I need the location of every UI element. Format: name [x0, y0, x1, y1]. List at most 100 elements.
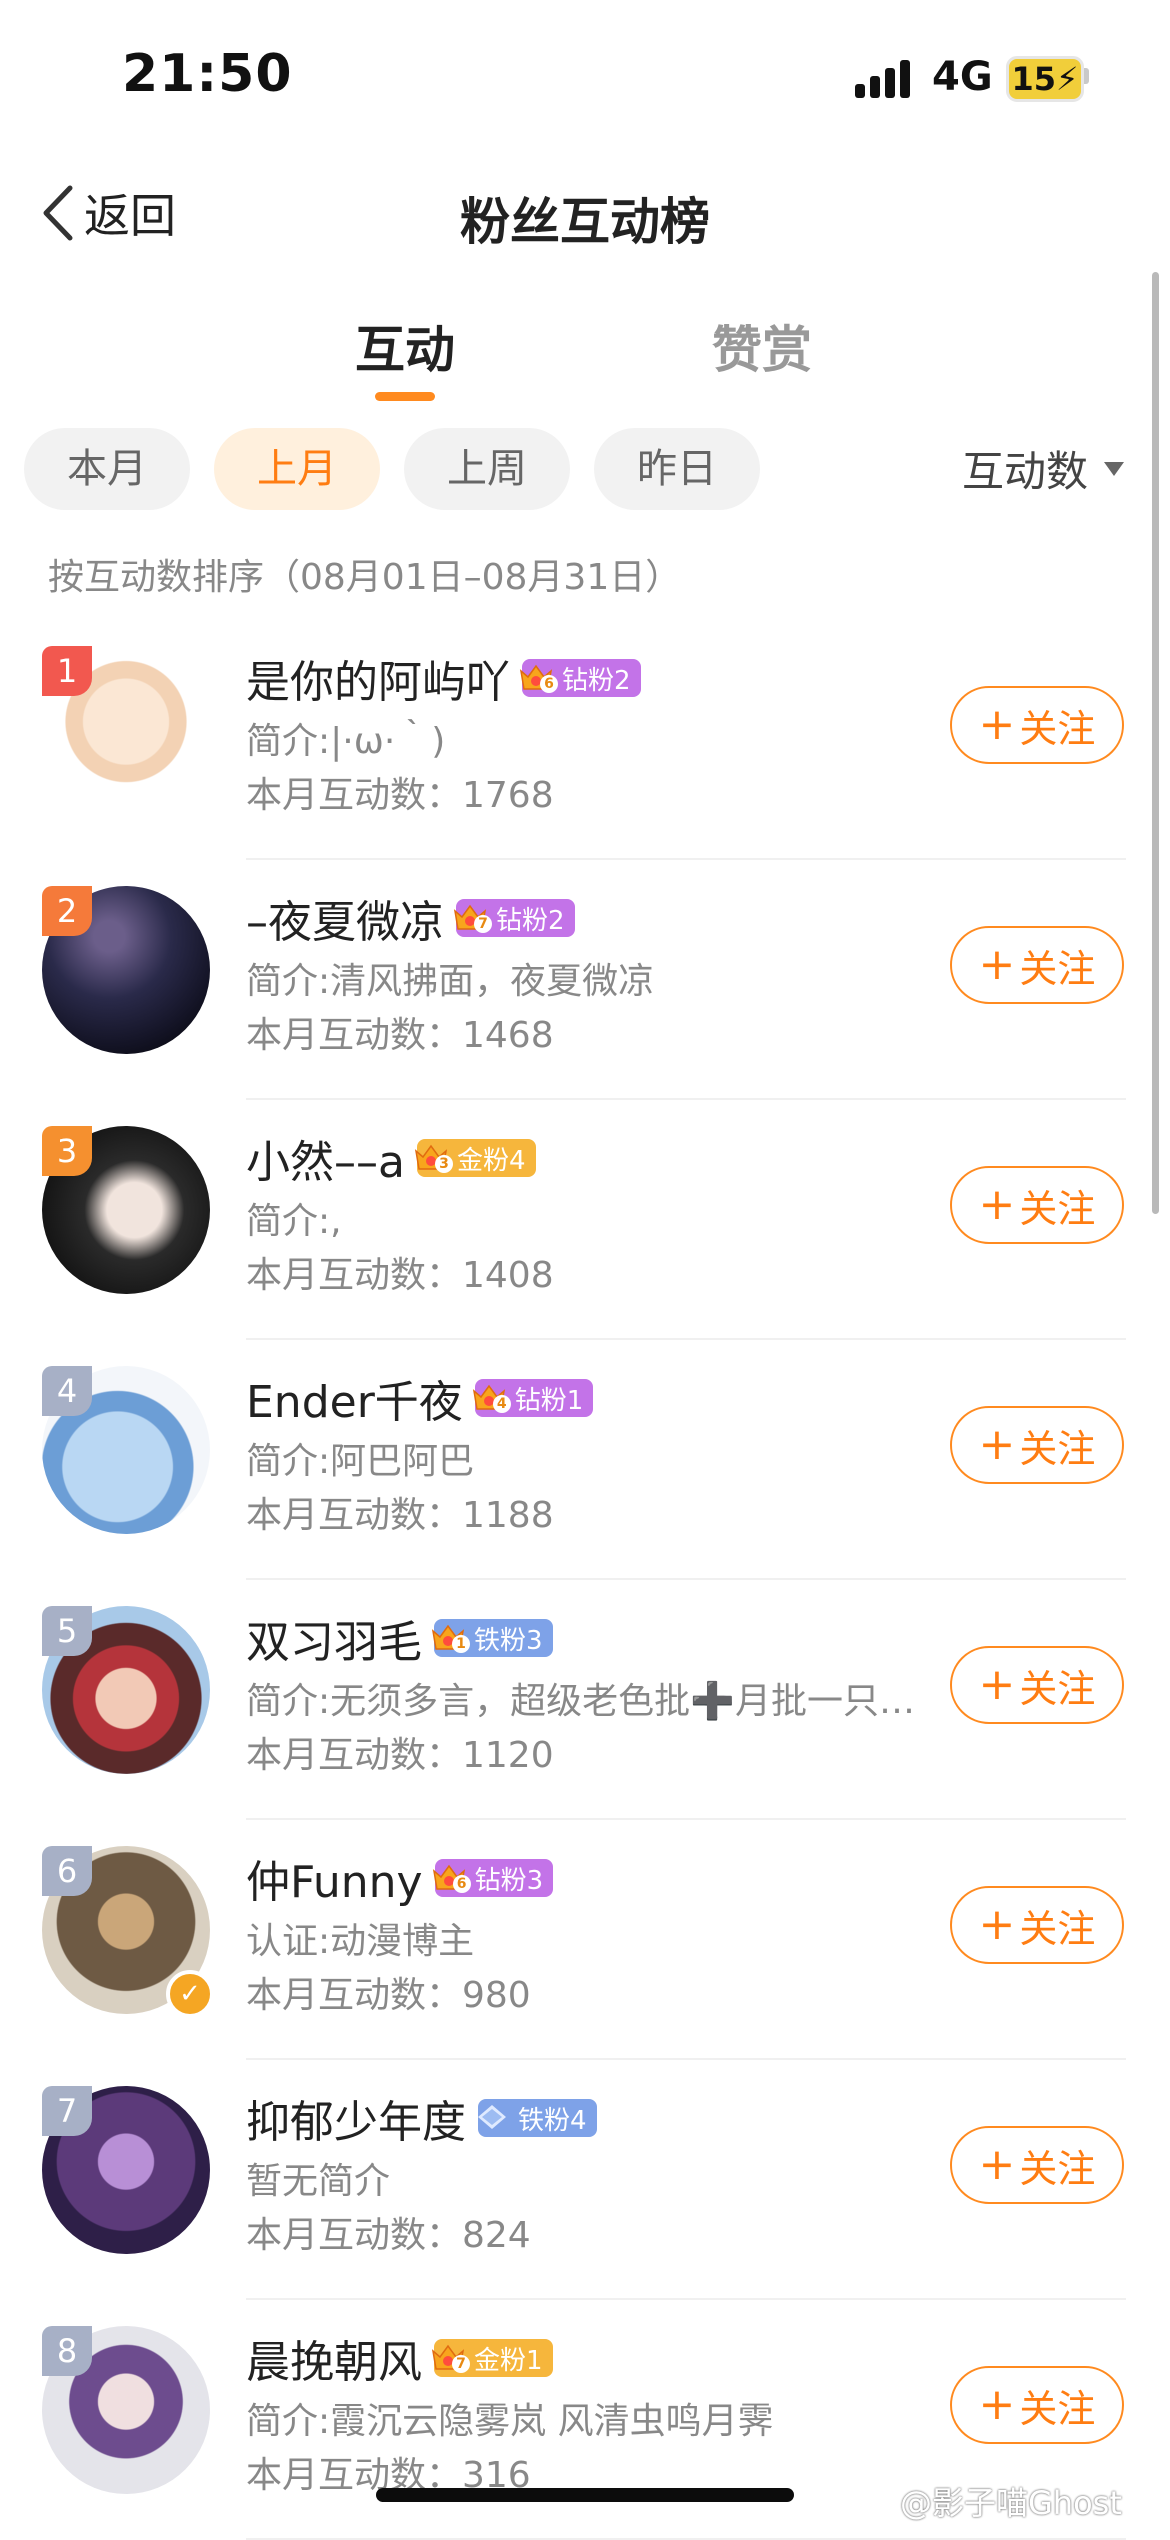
- sort-description: 按互动数排序（08月01日–08月31日）: [48, 557, 682, 598]
- follow-button[interactable]: + 关注: [950, 2126, 1124, 2204]
- fan-name[interactable]: Ender千夜: [246, 1366, 463, 1430]
- follow-button[interactable]: + 关注: [950, 686, 1124, 764]
- badge-level: 3: [434, 1155, 453, 1173]
- fan-name[interactable]: 仲Funny: [246, 1846, 423, 1910]
- badge-level: 4: [492, 1395, 511, 1413]
- signal-icon: [855, 58, 915, 98]
- home-indicator[interactable]: [376, 2488, 794, 2502]
- list-item[interactable]: 7 抑郁少年度 铁粉4 暂无简介 本月互动数：824 + 关注: [0, 2060, 1170, 2300]
- fan-name[interactable]: 晨挽朝风: [246, 2326, 422, 2390]
- filter-yesterday[interactable]: 昨日: [594, 428, 760, 510]
- avatar[interactable]: 5: [42, 1606, 210, 1774]
- avatar[interactable]: 8: [42, 2326, 210, 2494]
- page-title: 粉丝互动榜: [460, 193, 710, 251]
- badge-label: 钻粉3: [474, 1865, 544, 1896]
- fan-bio: 简介:|·ω·｀): [246, 721, 446, 762]
- tab-interaction[interactable]: 互动: [305, 310, 505, 382]
- avatar[interactable]: 7: [42, 2086, 210, 2254]
- caret-down-icon: [1104, 461, 1125, 476]
- follow-button[interactable]: + 关注: [950, 1166, 1124, 1244]
- crown-icon: 3: [413, 1141, 453, 1175]
- list-item[interactable]: 1 是你的阿屿吖 6 钻粉2 简介:|·ω·｀) 本月互动数：1768 + 关注: [0, 620, 1170, 860]
- fan-name[interactable]: 是你的阿屿吖: [246, 646, 510, 710]
- avatar[interactable]: 4: [42, 1366, 210, 1534]
- badge-level: 1: [452, 1635, 470, 1653]
- follow-label: 关注: [1019, 1666, 1096, 1711]
- list-item[interactable]: 5 双习羽毛 1 铁粉3 简介:无须多言，超级老色批➕月批一只… 本月互动数：1120 + 关…: [0, 1580, 1170, 1820]
- fan-level-badge: 6 钻粉3: [432, 1859, 554, 1897]
- fan-name-line: 晨挽朝风 7 金粉1: [246, 2326, 553, 2390]
- fan-name-line: 是你的阿屿吖 6 钻粉2: [246, 646, 641, 710]
- fan-name-line: –夜夏微凉 7 钻粉2: [246, 886, 575, 950]
- fan-bio: 简介:,: [246, 1201, 342, 1242]
- fan-name[interactable]: 抑郁少年度: [246, 2086, 466, 2150]
- follow-label: 关注: [1019, 946, 1096, 991]
- fan-name[interactable]: 双习羽毛: [246, 1606, 422, 1670]
- badge-level: 7: [474, 915, 492, 933]
- follow-button[interactable]: + 关注: [950, 926, 1124, 1004]
- list-item[interactable]: 6 ✓ 仲Funny 6 钻粉3 认证:动漫博主 本月互动数：980 + 关注: [0, 1820, 1170, 2060]
- rank-badge: 2: [42, 886, 92, 936]
- badge-level: 7: [452, 2355, 470, 2373]
- fan-level-badge: 7 金粉1: [431, 2339, 553, 2377]
- fan-bio: 简介:霞沉云隐雾岚 风清虫鸣月霁: [246, 2401, 774, 2442]
- rank-badge: 7: [42, 2086, 92, 2136]
- fan-name[interactable]: 小然––a: [246, 1126, 405, 1190]
- follow-button[interactable]: + 关注: [950, 1646, 1124, 1724]
- avatar[interactable]: 2: [42, 886, 210, 1054]
- plus-icon: +: [978, 1899, 1016, 1950]
- crown-icon: 4: [471, 1381, 511, 1415]
- list-item[interactable]: 3 小然––a 3 金粉4 简介:, 本月互动数：1408 + 关注: [0, 1100, 1170, 1340]
- nav-bar: 返回 粉丝互动榜: [0, 160, 1170, 260]
- rank-badge: 3: [42, 1126, 92, 1176]
- fan-level-badge: 6 钻粉2: [519, 659, 641, 697]
- list-item[interactable]: 4 Ender千夜 4 钻粉1 简介:阿巴阿巴 本月互动数：1188 + 关注: [0, 1340, 1170, 1580]
- avatar[interactable]: 1: [42, 646, 210, 814]
- follow-label: 关注: [1019, 706, 1096, 751]
- badge-level: 6: [540, 675, 558, 693]
- crown-icon: 1: [430, 1621, 470, 1655]
- filter-this-month[interactable]: 本月: [24, 428, 190, 510]
- fan-level-badge: 3 金粉4: [414, 1139, 536, 1177]
- plus-icon: +: [978, 1419, 1016, 1470]
- avatar[interactable]: 6 ✓: [42, 1846, 214, 2018]
- follow-button[interactable]: + 关注: [950, 1406, 1124, 1484]
- interaction-count: 本月互动数：824: [246, 2215, 531, 2256]
- fan-bio: 简介:清风拂面，夜夏微凉: [246, 961, 655, 1002]
- fan-name-line: Ender千夜 4 钻粉1: [246, 1366, 594, 1430]
- badge-label: 铁粉3: [474, 1625, 543, 1656]
- interaction-count: 本月互动数：1408: [246, 1255, 554, 1296]
- tab-reward[interactable]: 赞赏: [662, 310, 862, 382]
- plus-icon: +: [978, 2139, 1016, 2190]
- fan-bio: 简介:无须多言，超级老色批➕月批一只…: [246, 1681, 915, 1722]
- fan-name-line: 抑郁少年度 铁粉4: [246, 2086, 597, 2150]
- battery-cap: [1084, 68, 1089, 84]
- fan-name[interactable]: –夜夏微凉: [246, 886, 444, 950]
- filter-last-month[interactable]: 上月: [214, 428, 380, 510]
- battery-icon: 15⚡: [1006, 56, 1084, 102]
- interaction-count: 本月互动数：1120: [246, 1735, 554, 1776]
- rank-badge: 5: [42, 1606, 92, 1656]
- follow-label: 关注: [1019, 1906, 1096, 1951]
- sort-dropdown[interactable]: 互动数: [962, 438, 1125, 499]
- rank-badge: 1: [42, 646, 92, 696]
- plus-icon: +: [978, 2379, 1016, 2430]
- filter-last-week[interactable]: 上周: [404, 428, 570, 510]
- rank-badge: 4: [42, 1366, 92, 1416]
- status-time: 21:50: [122, 44, 293, 104]
- sort-label: 互动数: [962, 447, 1089, 496]
- avatar[interactable]: 3: [42, 1126, 210, 1294]
- badge-label: 铁粉4: [518, 2105, 587, 2136]
- crown-icon: 7: [430, 2341, 470, 2375]
- badge-label: 金粉1: [474, 2345, 543, 2376]
- badge-label: 钻粉1: [514, 1385, 584, 1416]
- scrollbar[interactable]: [1152, 272, 1159, 1214]
- follow-button[interactable]: + 关注: [950, 1886, 1124, 1964]
- fan-level-badge: 7 钻粉2: [453, 899, 575, 937]
- list-item[interactable]: 2 –夜夏微凉 7 钻粉2 简介:清风拂面，夜夏微凉 本月互动数：1468 + 关注: [0, 860, 1170, 1100]
- interaction-count: 本月互动数：1468: [246, 1015, 554, 1056]
- follow-button[interactable]: + 关注: [950, 2366, 1124, 2444]
- plus-icon: +: [978, 699, 1016, 750]
- fan-level-badge: 1 铁粉3: [431, 1619, 553, 1657]
- follow-label: 关注: [1019, 1426, 1096, 1471]
